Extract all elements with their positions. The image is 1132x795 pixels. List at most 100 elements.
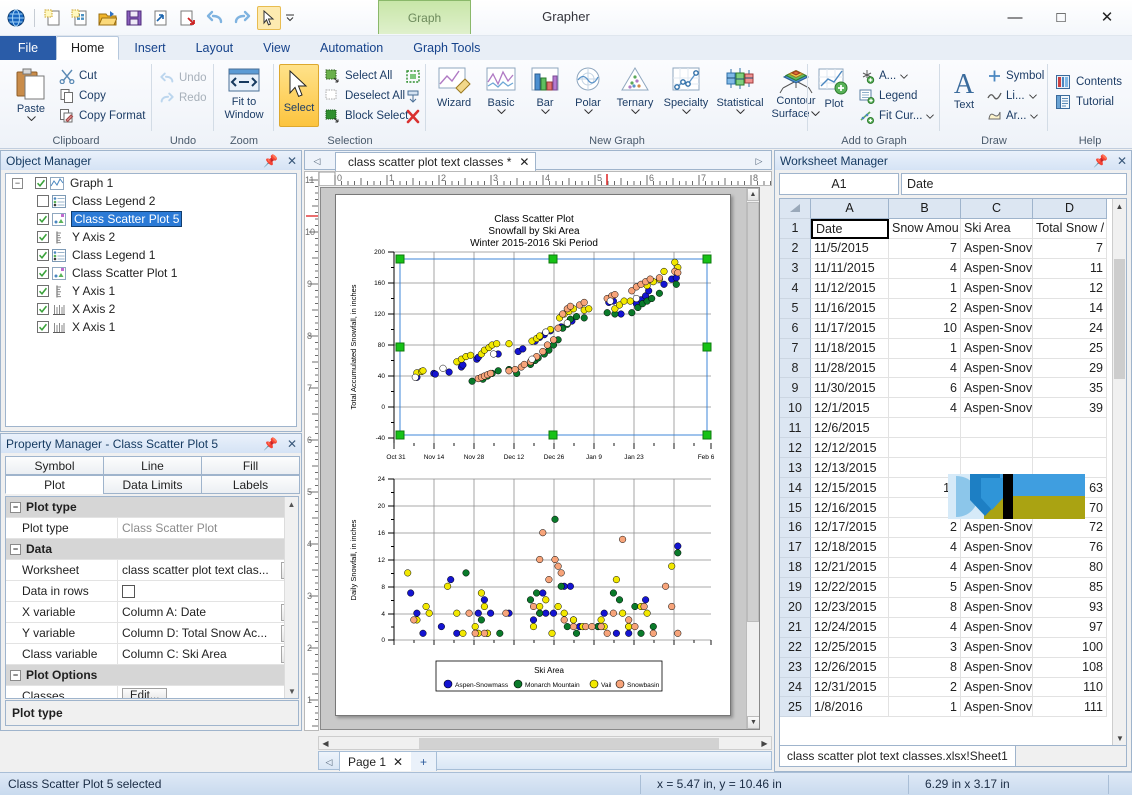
column-header-d[interactable]: D (1033, 199, 1107, 219)
scroll-down-arrow-icon[interactable]: ▼ (747, 716, 759, 729)
table-row[interactable]: 21 12/24/2015 4 Aspen-Snov 97 (780, 617, 1126, 638)
plot-page[interactable]: Class Scatter Plot Snowfall by Ski Area … (335, 194, 731, 716)
tree-node-class-legend-2[interactable]: Class Legend 2 (6, 192, 296, 210)
tab-file[interactable]: File (0, 36, 56, 60)
table-cell[interactable]: Aspen-Snov (961, 298, 1033, 319)
document-tab[interactable]: class scatter plot text classes * ✕ (335, 152, 537, 171)
scroll-up-arrow-icon[interactable]: ▲ (285, 497, 298, 511)
chart-legend[interactable]: Ski Area Aspen-Snowmass Monarch Mountain… (435, 660, 663, 692)
select-all-button[interactable]: Select All (322, 66, 411, 86)
table-cell[interactable]: 93 (1033, 597, 1107, 618)
block-select-button[interactable]: Block Select (322, 106, 411, 126)
undo-button[interactable]: Undo (156, 68, 210, 88)
table-cell[interactable] (1033, 438, 1107, 459)
table-cell[interactable]: 1 (889, 697, 961, 718)
chevron-down-icon[interactable] (496, 109, 506, 114)
table-cell[interactable] (889, 438, 961, 459)
cell-reference-box[interactable]: A1 (779, 173, 899, 195)
tree-node-x-axis-2[interactable]: X Axis 2 (6, 300, 296, 318)
table-cell[interactable] (889, 418, 961, 439)
table-row[interactable]: 5 11/16/2015 2 Aspen-Snov 14 (780, 298, 1126, 319)
table-cell[interactable]: 25 (1033, 338, 1107, 359)
table-cell[interactable]: 12/12/2015 (811, 438, 889, 459)
close-icon[interactable]: ✕ (1117, 154, 1127, 168)
table-cell[interactable]: 4 (889, 358, 961, 379)
table-cell[interactable]: 1 (889, 338, 961, 359)
table-row[interactable]: 12 12/12/2015 (780, 438, 1126, 459)
table-cell[interactable]: 11/11/2015 (811, 258, 889, 279)
row-header[interactable]: 9 (780, 378, 811, 399)
table-cell[interactable]: 12/13/2015 (811, 458, 889, 479)
specialty-button[interactable]: Specialty (660, 62, 712, 120)
ternary-button[interactable]: Ternary (610, 62, 660, 120)
select-all-corner[interactable] (780, 199, 811, 219)
row-header[interactable]: 1 (780, 218, 811, 239)
column-header-b[interactable]: B (889, 199, 961, 219)
table-cell[interactable]: 12/24/2015 (811, 617, 889, 638)
tab-line[interactable]: Line (103, 456, 202, 475)
visibility-checkbox[interactable] (37, 303, 49, 315)
doc-prev-arrow-icon[interactable]: ◁ (309, 152, 325, 170)
table-cell[interactable]: 11/17/2015 (811, 318, 889, 339)
scroll-up-arrow-icon[interactable]: ▲ (1113, 199, 1126, 213)
scrollbar-thumb[interactable] (747, 202, 759, 622)
visibility-checkbox[interactable] (37, 231, 49, 243)
visibility-checkbox[interactable] (37, 213, 49, 225)
graph-svg[interactable]: Class Scatter Plot Snowfall by Ski Area … (336, 195, 732, 717)
sheet-tab[interactable]: class scatter plot text classes.xlsx!She… (780, 746, 1016, 766)
table-cell[interactable]: 12/15/2015 (811, 478, 889, 499)
paste-button[interactable]: Paste (8, 64, 54, 121)
minimize-button[interactable]: — (992, 2, 1038, 32)
table-cell[interactable]: Aspen-Snov (961, 258, 1033, 279)
copy-format-button[interactable]: Copy Format (56, 106, 148, 126)
row-header[interactable]: 6 (780, 318, 811, 339)
property-row-classes[interactable]: Classes Edit... (6, 685, 298, 698)
table-cell[interactable]: 1/8/2016 (811, 697, 889, 718)
table-cell[interactable]: 12/21/2015 (811, 557, 889, 578)
canvas-vertical-scrollbar[interactable]: ▲ ▼ (746, 188, 759, 729)
table-row[interactable]: 10 12/1/2015 4 Aspen-Snov 39 (780, 398, 1126, 419)
table-cell[interactable]: 12/25/2015 (811, 637, 889, 658)
polar-button[interactable]: Polar (566, 62, 610, 120)
table-cell[interactable]: 4 (889, 258, 961, 279)
table-cell[interactable]: 12/17/2015 (811, 518, 889, 538)
tab-layout[interactable]: Layout (181, 36, 249, 60)
tree-node-class-scatter-plot-5[interactable]: Class Scatter Plot 5 (6, 210, 296, 228)
tree-node-graph-1[interactable]: − Graph 1 (6, 174, 296, 192)
table-cell[interactable]: 3 (889, 637, 961, 658)
copy-button[interactable]: Copy (56, 86, 148, 106)
statistical-button[interactable]: Statistical (712, 62, 768, 120)
maximize-button[interactable]: □ (1038, 2, 1084, 32)
table-cell[interactable] (961, 438, 1033, 459)
add-page-button[interactable]: + (411, 752, 437, 771)
table-cell[interactable]: 12/1/2015 (811, 398, 889, 419)
table-cell[interactable]: 2 (889, 518, 961, 538)
canvas-horizontal-scrollbar[interactable]: ◀ ▶ (318, 736, 772, 750)
tab-view[interactable]: View (248, 36, 305, 60)
collapse-icon[interactable]: − (10, 501, 21, 513)
row-header[interactable]: 11 (780, 418, 811, 439)
row-header[interactable]: 8 (780, 358, 811, 379)
table-row[interactable]: 1 Date Snow Amou Ski Area Total Snow / (780, 218, 1126, 239)
scroll-down-arrow-icon[interactable]: ▼ (1113, 731, 1126, 745)
property-row-worksheet[interactable]: Worksheet class scatter plot text clas..… (6, 559, 298, 581)
table-cell[interactable]: 4 (889, 398, 961, 419)
row-header[interactable]: 5 (780, 298, 811, 319)
table-cell[interactable]: Snow Amou (889, 218, 961, 239)
table-cell[interactable]: 1 (889, 278, 961, 299)
table-cell[interactable]: 29 (1033, 358, 1107, 379)
table-cell[interactable]: 72 (1033, 518, 1107, 538)
fit-to-window-button[interactable]: Fit to Window (220, 63, 268, 121)
row-header[interactable]: 23 (780, 657, 811, 678)
table-cell[interactable] (1033, 418, 1107, 439)
table-row[interactable]: 25 1/8/2016 1 Aspen-Snov 111 (780, 697, 1126, 718)
table-cell[interactable]: 6 (889, 378, 961, 399)
pin-icon[interactable]: 📌 (263, 154, 278, 168)
row-header[interactable]: 14 (780, 478, 811, 499)
table-cell[interactable]: Aspen-Snov (961, 358, 1033, 379)
fit-curve-button[interactable]: Fit Cur... (856, 106, 937, 126)
chevron-down-icon[interactable] (540, 109, 550, 114)
table-cell[interactable]: 14 (1033, 298, 1107, 319)
formula-input[interactable]: Date (901, 173, 1127, 195)
property-row-y-variable[interactable]: Y variable Column D: Total Snow Ac... ▼ (6, 622, 298, 644)
